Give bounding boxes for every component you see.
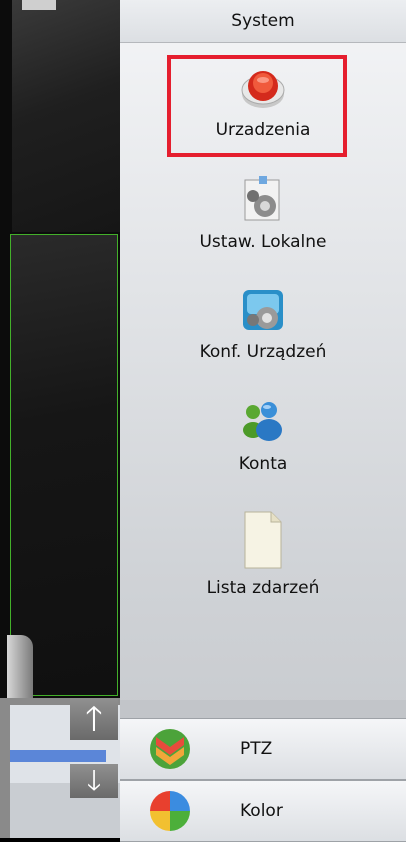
scroll-down-button[interactable]: 🡓: [70, 764, 118, 798]
ptz-chevrons-icon: [146, 725, 194, 773]
local-settings-gear-icon: [239, 176, 287, 224]
ptz-label: PTZ: [240, 739, 273, 759]
kolor-button[interactable]: Kolor: [120, 780, 406, 842]
menu-item-ustaw-lokalne[interactable]: Ustaw. Lokalne: [120, 176, 406, 252]
kolor-label: Kolor: [240, 801, 283, 821]
menu-item-lista-zdarzen[interactable]: Lista zdarzeń: [120, 510, 406, 598]
color-palette-icon: [146, 787, 194, 835]
selected-item-highlight: [167, 55, 347, 157]
users-accounts-icon: [239, 398, 287, 446]
video-tile-top[interactable]: [12, 0, 120, 232]
menu-item-label: Lista zdarzeń: [206, 578, 320, 598]
scroll-bar[interactable]: [10, 750, 106, 762]
panel-title: System: [120, 0, 406, 43]
scroll-up-button[interactable]: 🡑: [70, 698, 118, 740]
menu-item-label: Konf. Urządzeń: [199, 342, 327, 362]
video-area: 🡑 🡓: [0, 0, 120, 838]
menu-item-label: Konta: [238, 454, 288, 474]
video-tile-selected[interactable]: [7, 234, 118, 725]
menu-item-konta[interactable]: Konta: [120, 398, 406, 474]
panel-separator: [120, 700, 406, 718]
arrow-down-icon: 🡓: [86, 764, 102, 797]
video-tile-tab: [22, 0, 56, 10]
menu-item-label: Ustaw. Lokalne: [199, 232, 327, 252]
event-list-document-icon: [243, 510, 283, 570]
ptz-button[interactable]: PTZ: [120, 718, 406, 780]
device-config-gear-icon: [239, 286, 287, 334]
arrow-up-icon: 🡑: [85, 699, 103, 739]
menu-item-konf-urzadzen[interactable]: Konf. Urządzeń: [120, 286, 406, 362]
